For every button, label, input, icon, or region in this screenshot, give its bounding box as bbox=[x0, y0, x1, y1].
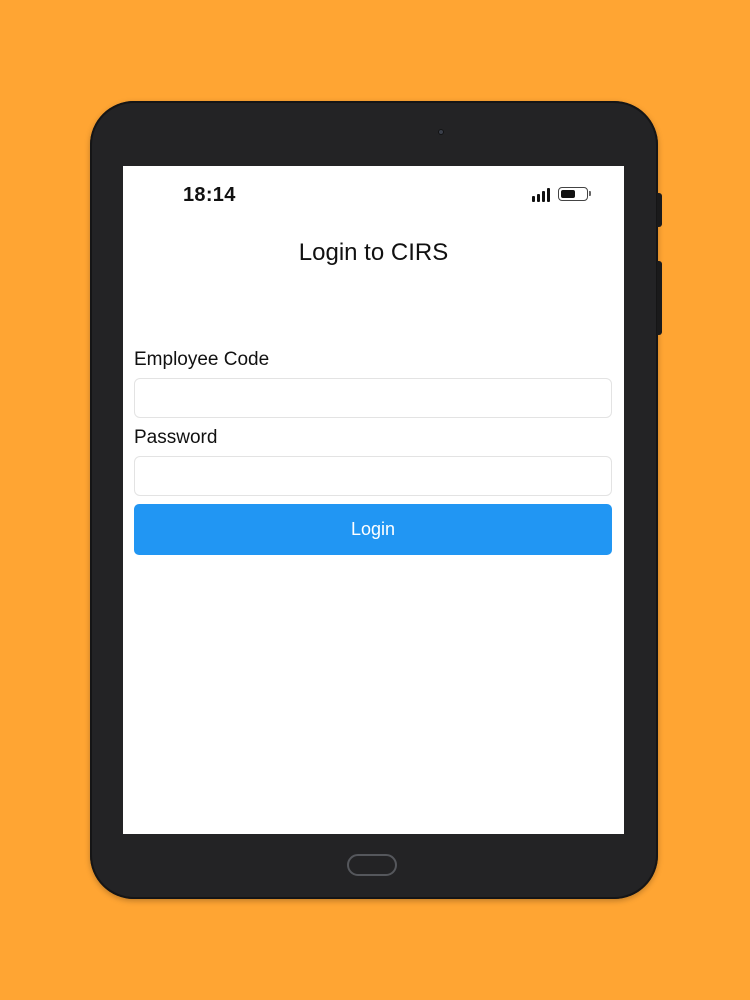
app-screen: 18:14 Login to CIRS Employee Code Passwo… bbox=[123, 166, 624, 834]
tablet-device-frame: 18:14 Login to CIRS Employee Code Passwo… bbox=[90, 101, 662, 899]
login-button[interactable]: Login bbox=[134, 504, 612, 555]
signal-icon bbox=[532, 186, 550, 202]
battery-icon bbox=[558, 187, 591, 201]
side-button-top bbox=[657, 193, 662, 227]
password-label: Password bbox=[134, 427, 218, 448]
page-title: Login to CIRS bbox=[298, 239, 449, 266]
password-input[interactable] bbox=[134, 456, 612, 496]
home-button[interactable] bbox=[347, 854, 397, 876]
side-button-volume bbox=[657, 261, 662, 335]
status-bar-time: 18:14 bbox=[183, 184, 236, 206]
employee-code-input[interactable] bbox=[134, 378, 612, 418]
front-camera bbox=[438, 129, 444, 135]
status-bar-indicators bbox=[532, 186, 591, 202]
employee-code-label: Employee Code bbox=[134, 349, 270, 370]
